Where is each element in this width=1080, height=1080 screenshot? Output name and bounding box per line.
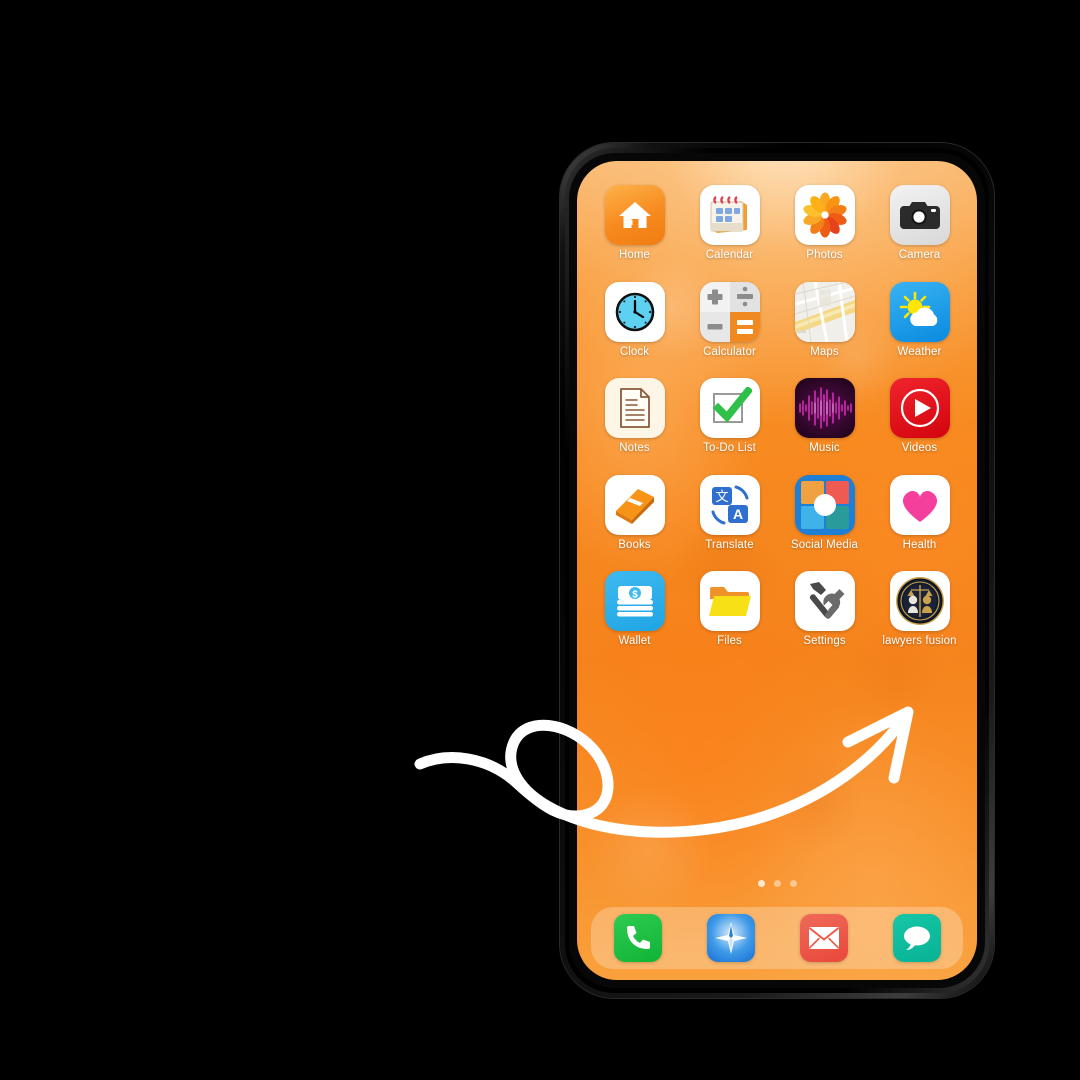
app-label: Videos — [901, 442, 938, 454]
app-label: Calculator — [703, 345, 756, 358]
lawyers-fusion-badge-icon — [889, 571, 950, 631]
dock — [591, 907, 963, 969]
page-dot-1[interactable] — [757, 880, 765, 887]
book-icon — [604, 474, 665, 535]
app-label: Clock — [619, 345, 650, 358]
page-dot-3[interactable] — [789, 880, 797, 887]
phone-icon[interactable] — [613, 914, 662, 962]
app-files[interactable]: Files — [682, 571, 777, 648]
app-label: Maps — [810, 345, 839, 358]
app-label: Camera — [898, 249, 941, 261]
app-label: Books — [618, 538, 651, 551]
app-label: Health — [902, 538, 937, 551]
svg-text:$: $ — [632, 590, 638, 601]
app-label: Social Media — [790, 538, 859, 551]
app-videos[interactable]: Videos — [872, 378, 967, 455]
app-photos[interactable]: Photos — [777, 185, 872, 262]
app-label: To-Do List — [703, 442, 756, 454]
house-icon — [604, 185, 665, 245]
app-settings[interactable]: Settings — [777, 571, 872, 648]
app-label: Weather — [897, 345, 942, 358]
app-home[interactable]: Home — [587, 185, 682, 262]
app-label: Wallet — [618, 635, 651, 647]
app-label: Files — [717, 635, 742, 647]
photos-flower-icon — [794, 185, 855, 245]
calculator-icon — [699, 281, 760, 342]
waveform-icon — [794, 378, 855, 438]
money-stack-icon: $ — [604, 571, 665, 631]
app-music[interactable]: Music — [777, 378, 872, 455]
app-social-media[interactable]: Social Media — [777, 474, 872, 552]
app-to-do-list[interactable]: To-Do List — [682, 378, 777, 455]
document-lines-icon — [604, 378, 665, 438]
app-calculator[interactable]: Calculator — [682, 281, 777, 359]
page-indicator[interactable] — [577, 880, 977, 887]
phone-device: Home Calendar Photos Camera Clock Calcul… — [560, 143, 994, 998]
app-maps[interactable]: Maps — [777, 281, 872, 359]
folder-icon — [699, 571, 760, 631]
play-circle-icon — [889, 378, 950, 438]
hammer-wrench-icon — [794, 571, 855, 631]
translate-icon: 文 A — [699, 474, 760, 535]
app-health[interactable]: Health — [872, 474, 967, 552]
app-calendar[interactable]: Calendar — [682, 185, 777, 262]
app-label: Home — [618, 249, 651, 261]
app-notes[interactable]: Notes — [587, 378, 682, 455]
clock-icon — [604, 281, 665, 342]
calendar-icon — [699, 185, 760, 245]
heart-icon — [889, 474, 950, 535]
app-label: Translate — [705, 538, 754, 551]
app-grid: Home Calendar Photos Camera Clock Calcul… — [577, 185, 977, 648]
page-dot-2[interactable] — [773, 880, 781, 887]
app-wallet[interactable]: $ Wallet — [587, 571, 682, 648]
map-icon — [794, 281, 855, 342]
checkbox-check-icon — [699, 378, 760, 438]
sun-cloud-icon — [889, 281, 950, 342]
app-label: Photos — [806, 249, 843, 261]
app-label: lawyers fusion — [882, 635, 957, 647]
app-label: Settings — [803, 635, 846, 647]
app-label: Calendar — [705, 249, 754, 261]
app-label: Music — [809, 442, 840, 454]
scene: Home Calendar Photos Camera Clock Calcul… — [0, 0, 1080, 1080]
app-translate[interactable]: 文 A Translate — [682, 474, 777, 552]
app-lawyers-fusion[interactable]: lawyers fusion — [872, 571, 967, 648]
four-quadrant-icon — [794, 474, 855, 535]
app-weather[interactable]: Weather — [872, 281, 967, 359]
app-camera[interactable]: Camera — [872, 185, 967, 262]
svg-text:文: 文 — [715, 490, 728, 505]
app-label: Notes — [619, 442, 650, 454]
svg-text:A: A — [732, 506, 742, 522]
envelope-icon[interactable] — [799, 914, 848, 962]
camera-icon — [889, 185, 950, 245]
app-books[interactable]: Books — [587, 474, 682, 552]
app-clock[interactable]: Clock — [587, 281, 682, 359]
chat-bubble-icon[interactable] — [892, 914, 941, 962]
compass-icon[interactable] — [706, 914, 755, 962]
phone-screen: Home Calendar Photos Camera Clock Calcul… — [577, 161, 977, 980]
